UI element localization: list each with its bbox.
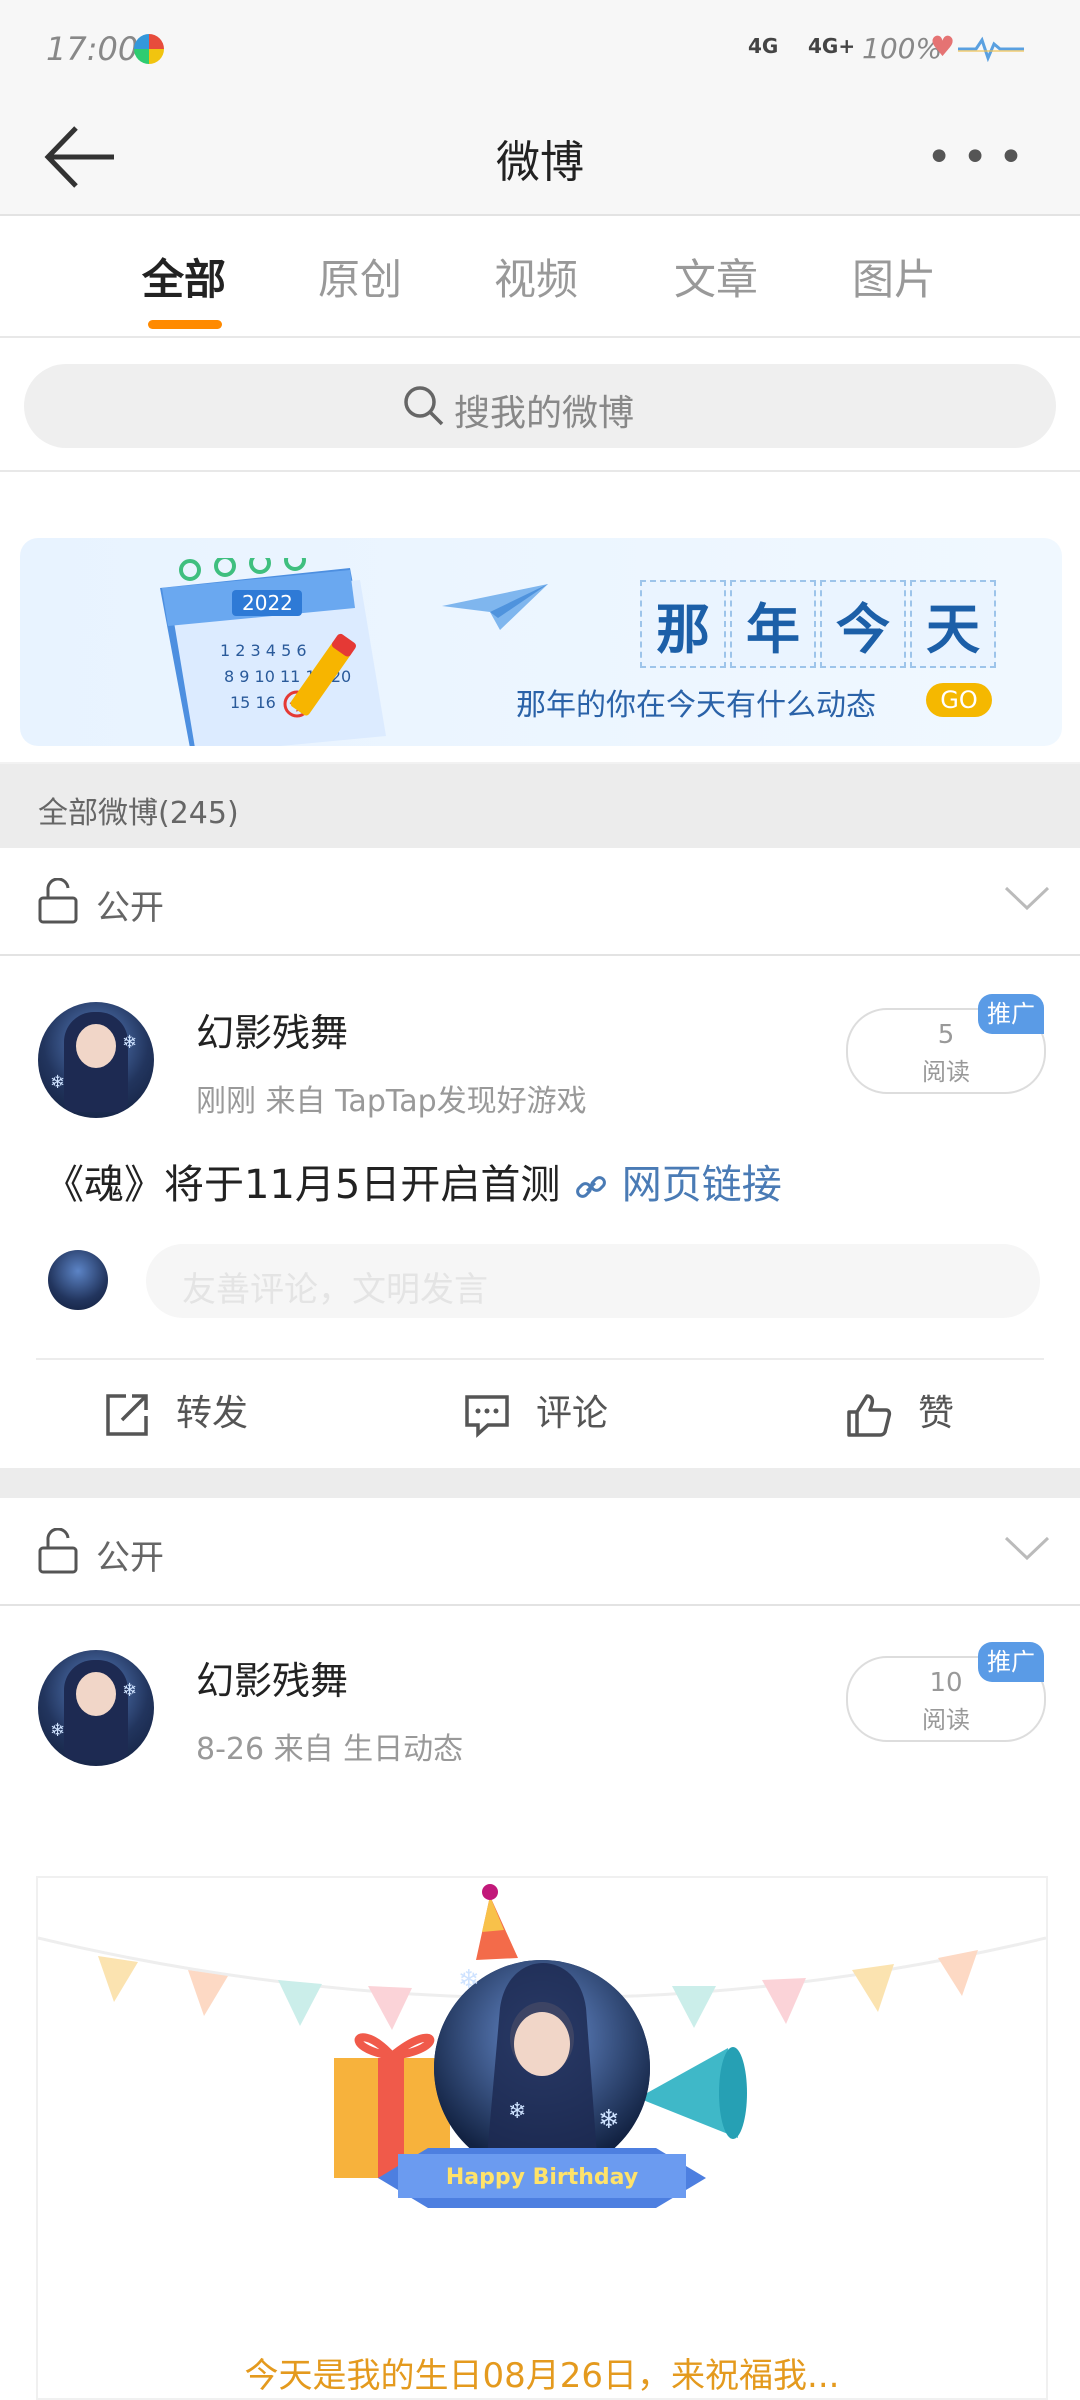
search-icon — [404, 386, 444, 426]
calendar-icon: 2022 1 2 3 4 5 6 8 9 10 11 12 20 15 16 今 — [160, 558, 386, 746]
promote-badge[interactable]: 推广 — [978, 994, 1044, 1034]
section-gap — [0, 1468, 1080, 1498]
visibility-selector[interactable]: 公开 — [0, 848, 1080, 956]
banner-section: 2022 1 2 3 4 5 6 8 9 10 11 12 20 15 16 今… — [0, 472, 1080, 762]
comment-avatar — [48, 1250, 108, 1310]
status-bar: 17:00 4G 4G+ 100% ♥ — [0, 0, 1080, 100]
banner-title-char: 今 — [820, 580, 906, 668]
search-section: 搜我的微博 — [0, 338, 1080, 472]
more-options-icon[interactable]: ••• — [926, 136, 1034, 180]
on-this-day-banner[interactable]: 2022 1 2 3 4 5 6 8 9 10 11 12 20 15 16 今… — [20, 538, 1062, 746]
like-button[interactable]: 赞 — [846, 1384, 954, 1438]
calendar-year: 2022 — [242, 591, 293, 615]
tab-original[interactable]: 原创 — [318, 246, 402, 307]
comment-icon — [465, 1395, 509, 1438]
weibo-count-bar: 全部微博(245) — [0, 764, 1080, 848]
visibility-selector[interactable]: 公开 — [0, 1498, 1080, 1606]
banner-title-char: 那 — [640, 580, 726, 668]
post-content: 《魂》将于11月5日开启首测 网页链接 — [44, 1152, 782, 1210]
weibo-count-label: 全部微博(245) — [38, 796, 239, 831]
link-icon[interactable] — [573, 1169, 609, 1205]
birthday-message: 今天是我的生日08月26日，来祝福我... — [244, 2356, 840, 2396]
app-notification-icon — [134, 34, 164, 64]
post-meta: 刚刚 来自 TapTap发现好游戏 — [196, 1084, 587, 1119]
thumbs-up-icon — [847, 1394, 892, 1437]
share-icon — [106, 1394, 148, 1436]
banner-title-char: 年 — [730, 580, 816, 668]
tab-bar: 全部 原创 视频 文章 图片 — [0, 216, 1080, 338]
weibo-post: ❄ ❄ 幻影残舞 8-26 来自 生日动态 10 阅读 推广 ❄ ❄ ❄ Hap… — [0, 1606, 1080, 2400]
birthday-illustration: ❄ ❄ ❄ Happy Birthday — [38, 1884, 1046, 2208]
unlock-icon — [38, 878, 78, 924]
banner-title-char: 天 — [910, 580, 996, 668]
active-tab-indicator — [148, 320, 222, 329]
chevron-down-icon[interactable] — [1004, 884, 1050, 914]
read-count-label: 阅读 — [922, 1058, 970, 1086]
comment-label: 评论 — [536, 1393, 609, 1434]
avatar[interactable]: ❄ ❄ — [38, 1650, 154, 1766]
page-title: 微博 — [496, 137, 584, 188]
weibo-post: ❄ ❄ 幻影残舞 刚刚 来自 TapTap发现好游戏 5 阅读 推广 《魂》将于1… — [0, 956, 1080, 1468]
comment-button[interactable]: 评论 — [464, 1384, 608, 1438]
paper-plane-icon — [442, 584, 548, 630]
heartbeat-icon — [958, 36, 1024, 62]
tab-image[interactable]: 图片 — [852, 246, 936, 307]
svg-text:15 16: 15 16 — [230, 693, 276, 712]
unlock-icon — [38, 1528, 78, 1574]
banner-go-button[interactable]: GO — [926, 683, 992, 717]
signal-4g-plus-icon: 4G+ — [808, 34, 856, 58]
heart-icon: ♥ — [930, 30, 956, 63]
banner-title: 那 年 今 天 — [640, 580, 1000, 668]
search-placeholder: 搜我的微博 — [454, 393, 635, 434]
post-meta: 8-26 来自 生日动态 — [196, 1732, 464, 1767]
tab-all[interactable]: 全部 — [142, 246, 226, 307]
birthday-badge: Happy Birthday — [446, 2165, 638, 2190]
chevron-down-icon[interactable] — [1004, 1534, 1050, 1564]
repost-button[interactable]: 转发 — [104, 1384, 248, 1438]
title-bar: 微博 ••• — [0, 100, 1080, 216]
repost-label: 转发 — [176, 1393, 249, 1434]
search-input[interactable]: 搜我的微博 — [24, 364, 1056, 448]
svg-text:❄: ❄ — [508, 2099, 526, 2124]
post-username[interactable]: 幻影残舞 — [196, 1002, 348, 1057]
post-text: 《魂》将于11月5日开启首测 — [44, 1162, 561, 1208]
comment-input[interactable]: 友善评论，文明发言 — [146, 1244, 1040, 1318]
tab-article[interactable]: 文章 — [674, 246, 758, 307]
svg-text:❄: ❄ — [598, 2105, 620, 2135]
divider — [36, 1358, 1044, 1360]
visibility-label: 公开 — [96, 888, 164, 928]
banner-subtitle: 那年的你在今天有什么动态 — [516, 688, 876, 723]
birthday-card[interactable]: ❄ ❄ ❄ Happy Birthday 今天是我的生日08月26日，来祝福我.… — [36, 1876, 1048, 2400]
signal-4g-icon: 4G — [748, 34, 779, 58]
web-link[interactable]: 网页链接 — [622, 1162, 782, 1208]
promote-badge[interactable]: 推广 — [978, 1642, 1044, 1682]
read-count-label: 阅读 — [922, 1706, 970, 1734]
svg-text:1 2 3 4 5 6: 1 2 3 4 5 6 — [220, 641, 307, 660]
svg-text:❄: ❄ — [458, 1965, 480, 1995]
visibility-label: 公开 — [96, 1538, 164, 1578]
status-time: 17:00 — [46, 30, 139, 68]
post-username[interactable]: 幻影残舞 — [196, 1650, 348, 1705]
avatar[interactable]: ❄ ❄ — [38, 1002, 154, 1118]
comment-placeholder: 友善评论，文明发言 — [182, 1270, 488, 1310]
tab-video[interactable]: 视频 — [494, 246, 578, 307]
like-label: 赞 — [918, 1393, 955, 1434]
